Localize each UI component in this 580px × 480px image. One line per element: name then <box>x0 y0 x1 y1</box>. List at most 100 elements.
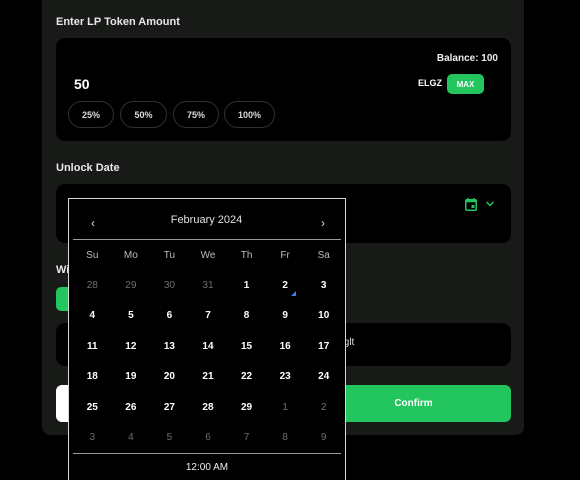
unlock-date-label: Unlock Date <box>56 162 120 174</box>
calendar-day-label: 9 <box>320 432 327 444</box>
calendar-day-label: 13 <box>163 340 175 352</box>
weekday-header: Th <box>240 249 253 261</box>
calendar-day-label: 24 <box>318 371 330 383</box>
calendar-day[interactable]: 1 <box>266 392 305 423</box>
calendar-day[interactable]: 3 <box>73 423 112 454</box>
calendar-icon[interactable] <box>465 198 477 211</box>
calendar-day[interactable]: 14 <box>189 331 228 362</box>
amount-box: Balance: 100 50 ELGZ MAX 25% 50% 75% 100… <box>56 38 511 141</box>
calendar-day-label: 17 <box>318 340 330 352</box>
calendar-day[interactable]: 8 <box>227 301 266 332</box>
weekday-header: We <box>200 249 216 261</box>
time-selector[interactable]: 12:00 AM <box>69 462 345 473</box>
calendar-day[interactable]: 5 <box>112 301 151 332</box>
calendar-day[interactable]: 22 <box>227 362 266 393</box>
calendar-day[interactable]: 28 <box>189 392 228 423</box>
calendar-day-label: 29 <box>125 279 137 291</box>
calendar-grid: Su Mo Tu We Th Fr Sa 28 29 30 31 1 2 3 4 5 6 7 8 9 10 11 12 13 1… <box>73 240 343 453</box>
calendar-day-label: 12 <box>125 340 137 352</box>
calendar-day[interactable]: 23 <box>266 362 305 393</box>
calendar-day[interactable]: 25 <box>73 392 112 423</box>
calendar-day-label: 28 <box>202 401 214 413</box>
calendar-day[interactable]: 9 <box>304 423 343 454</box>
calendar-day[interactable]: 29 <box>112 270 151 301</box>
amount-label: Enter LP Token Amount <box>56 16 180 28</box>
weekday-header: Su <box>86 249 99 261</box>
calendar-day[interactable]: 24 <box>304 362 343 393</box>
calendar-day-label: 8 <box>282 432 288 444</box>
calendar-day[interactable]: 15 <box>227 331 266 362</box>
calendar-day-label: 8 <box>243 310 250 322</box>
chevron-left-icon[interactable]: ‹ <box>87 216 99 230</box>
calendar-day[interactable]: 7 <box>227 423 266 454</box>
calendar-day-label: 23 <box>279 371 291 383</box>
calendar-day-label: 4 <box>128 432 134 444</box>
calendar-day[interactable]: 13 <box>150 331 189 362</box>
percent-75-button[interactable]: 75% <box>173 101 219 128</box>
calendar-day-label: 28 <box>86 279 98 291</box>
calendar-day[interactable]: 2 <box>266 270 305 301</box>
calendar-day[interactable]: 21 <box>189 362 228 393</box>
confirm-button[interactable]: Confirm <box>346 385 511 422</box>
calendar-day-label: 6 <box>166 310 173 322</box>
calendar-day-label: 7 <box>243 432 250 444</box>
calendar-day[interactable]: 17 <box>304 331 343 362</box>
calendar-day-label: 9 <box>282 310 288 322</box>
calendar-day[interactable]: 6 <box>189 423 228 454</box>
weekday-header: Sa <box>317 249 330 261</box>
calendar-day[interactable]: 16 <box>266 331 305 362</box>
amount-input[interactable]: 50 <box>74 76 90 92</box>
divider <box>73 453 341 454</box>
weekday-header: Fr <box>280 249 290 261</box>
date-picker-popup: ‹ February 2024 › Su Mo Tu We Th Fr Sa 28 29 30 31… <box>68 198 346 480</box>
calendar-day[interactable]: 28 <box>73 270 112 301</box>
calendar-day-label: 2 <box>320 401 327 413</box>
calendar-day[interactable]: 7 <box>189 301 228 332</box>
calendar-day[interactable]: 31 <box>189 270 228 301</box>
calendar-day[interactable]: 9 <box>266 301 305 332</box>
calendar-month-title: February 2024 <box>170 214 243 226</box>
calendar-day-label: 15 <box>241 340 253 352</box>
calendar-day[interactable]: 4 <box>112 423 151 454</box>
today-marker-icon <box>291 290 297 296</box>
calendar-day-label: 16 <box>279 340 291 352</box>
calendar-day-label: 11 <box>86 340 98 352</box>
calendar-day[interactable]: 8 <box>266 423 305 454</box>
calendar-day[interactable]: 26 <box>112 392 151 423</box>
calendar-day-label: 7 <box>205 310 211 322</box>
calendar-day[interactable]: 19 <box>112 362 151 393</box>
calendar-day[interactable]: 5 <box>150 423 189 454</box>
calendar-day-label: 3 <box>320 279 327 291</box>
calendar-day[interactable]: 20 <box>150 362 189 393</box>
calendar-day-label: 19 <box>125 371 137 383</box>
calendar-day[interactable]: 29 <box>227 392 266 423</box>
calendar-day-label: 5 <box>128 310 134 322</box>
calendar-day[interactable]: 10 <box>304 301 343 332</box>
calendar-day[interactable]: 18 <box>73 362 112 393</box>
calendar-day-label: 1 <box>282 401 288 413</box>
percent-25-button[interactable]: 25% <box>68 101 114 128</box>
calendar-day-label: 4 <box>89 310 96 322</box>
calendar-day[interactable]: 2 <box>304 392 343 423</box>
percent-100-button[interactable]: 100% <box>224 101 275 128</box>
calendar-day-label: 22 <box>241 371 253 383</box>
calendar-day[interactable]: 11 <box>73 331 112 362</box>
calendar-day[interactable]: 12 <box>112 331 151 362</box>
chevron-right-icon[interactable]: › <box>317 216 329 230</box>
calendar-day-label: 10 <box>318 310 330 322</box>
calendar-day[interactable]: 3 <box>304 270 343 301</box>
token-symbol: ELGZ <box>418 78 442 88</box>
chevron-down-icon[interactable] <box>485 200 495 208</box>
calendar-day[interactable]: 27 <box>150 392 189 423</box>
calendar-day[interactable]: 6 <box>150 301 189 332</box>
weekday-header: Mo <box>123 249 138 261</box>
calendar-day-label: 30 <box>163 279 175 291</box>
max-button[interactable]: MAX <box>447 74 484 94</box>
calendar-day-label: 6 <box>205 432 211 444</box>
calendar-day-label: 5 <box>166 432 173 444</box>
percent-50-button[interactable]: 50% <box>120 101 167 128</box>
calendar-day[interactable]: 1 <box>227 270 266 301</box>
calendar-day-label: 27 <box>163 401 175 413</box>
calendar-day[interactable]: 30 <box>150 270 189 301</box>
calendar-day[interactable]: 4 <box>73 301 112 332</box>
